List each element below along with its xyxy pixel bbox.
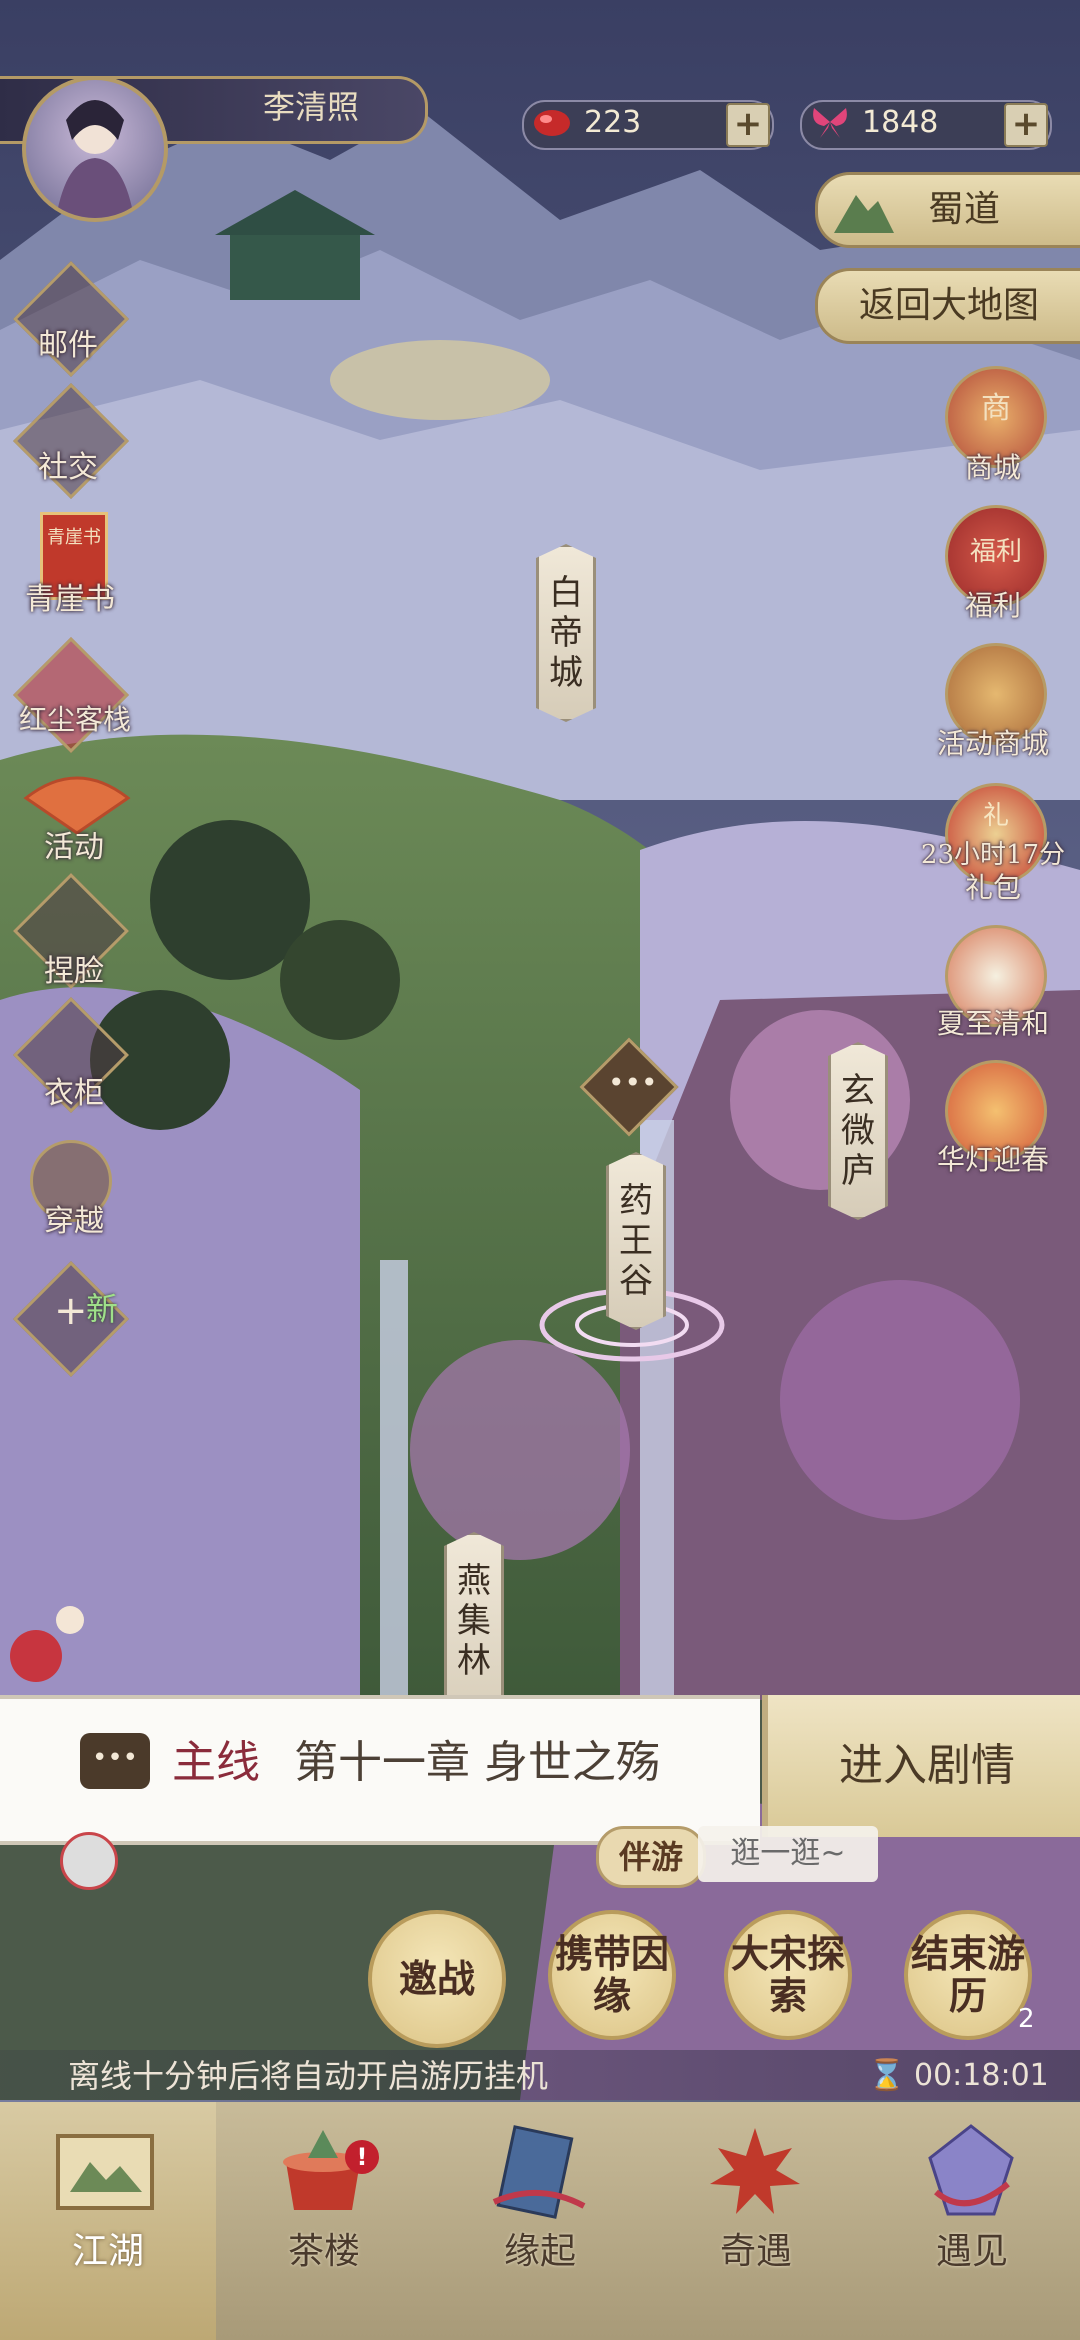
location-char: 谷 — [619, 1261, 653, 1301]
qingyashu-book-icon-glyph: 青崖书 — [47, 527, 101, 548]
player-name: 李清照 — [262, 88, 359, 126]
face-edit-label: 捏脸 — [44, 954, 104, 989]
song-explore-button[interactable]: 大宋探索 — [724, 1910, 852, 2040]
welfare-icon-glyph: 福利 — [969, 537, 1022, 567]
add-butterfly-button[interactable]: + — [1004, 103, 1048, 147]
challenge-button[interactable]: 邀战 — [368, 1910, 506, 2048]
nav-jianghu-label: 江湖 — [71, 2231, 144, 2272]
location-char: 微 — [841, 1111, 875, 1151]
shop-icon-glyph: 商 — [981, 391, 1011, 426]
location-xuanwei-lodge[interactable]: 玄 微 庐 — [828, 1042, 888, 1220]
nav-yujian-label: 遇见 — [935, 2231, 1008, 2272]
new-label: 新 — [86, 1290, 119, 1328]
region-button[interactable]: 蜀道 — [815, 172, 1080, 248]
companion-badge[interactable]: 伴游 — [596, 1826, 706, 1888]
event-shop-label: 活动商城 — [936, 727, 1049, 760]
blossom-icon — [10, 1606, 84, 1682]
end-journey-count: 2 — [1018, 2004, 1035, 2034]
plus-icon: + — [54, 1288, 88, 1334]
quest-type-tag: 主线 — [172, 1737, 260, 1788]
region-name: 蜀道 — [928, 189, 1001, 230]
location-char: 集 — [457, 1601, 491, 1641]
location-char: 玄 — [841, 1071, 875, 1111]
chalou-alert-badge: ! — [345, 2140, 379, 2174]
qingyashu-label: 青崖书 — [25, 582, 115, 617]
summer-event-label: 夏至清和 — [936, 1007, 1049, 1040]
enter-story-button[interactable]: 进入剧情 — [762, 1695, 1080, 1837]
no-entry-icon[interactable] — [60, 1832, 118, 1890]
nav-yuanqi-label: 缘起 — [503, 2231, 576, 2272]
location-baidi-city[interactable]: 白 帝 城 — [536, 544, 596, 722]
nav-qiyu-label: 奇遇 — [719, 2231, 792, 2272]
crystal-icon — [928, 2124, 1014, 2216]
idle-timer: 00:18:01 — [914, 2058, 1049, 2093]
shop-label: 商城 — [964, 451, 1021, 484]
nav-chalou-label: 茶楼 — [287, 2231, 360, 2272]
location-char: 白 — [549, 573, 583, 613]
welfare-label: 福利 — [964, 589, 1021, 622]
add-jade-button[interactable]: + — [726, 103, 770, 147]
wardrobe-label: 衣柜 — [44, 1076, 104, 1111]
butterfly-value: 1848 — [862, 105, 939, 140]
jade-icon — [534, 110, 570, 136]
location-char: 城 — [549, 653, 583, 693]
location-char: 庐 — [841, 1151, 875, 1191]
inn-label: 红尘客栈 — [18, 703, 131, 736]
social-label: 社交 — [38, 450, 98, 485]
travel-label: 穿越 — [44, 1204, 104, 1239]
events-label: 活动 — [44, 830, 104, 865]
companion-speech: 逛一逛~ — [698, 1826, 878, 1882]
avatar-portrait-icon — [56, 100, 134, 218]
lantern-event-label: 华灯迎春 — [936, 1143, 1049, 1176]
book-icon — [492, 2125, 586, 2219]
ellipsis-icon: ••• — [608, 1066, 658, 1099]
player-avatar[interactable] — [22, 76, 168, 222]
mail-label: 邮件 — [38, 328, 98, 363]
return-world-map-button[interactable]: 返回大地图 — [815, 268, 1080, 344]
carry-bond-button[interactable]: 携带因缘 — [548, 1910, 676, 2040]
location-char: 王 — [619, 1221, 653, 1261]
location-char: 燕 — [457, 1561, 491, 1601]
location-char: 帝 — [549, 613, 583, 653]
idle-notice-text: 离线十分钟后将自动开启游历挂机 — [68, 2057, 549, 2095]
mountain-icon — [834, 195, 894, 233]
gift-pack-label: 礼包 — [964, 871, 1021, 904]
location-yaowang-valley[interactable]: 药 王 谷 — [606, 1152, 666, 1330]
map-scroll-icon — [56, 2134, 154, 2210]
quest-chat-icon: ••• — [80, 1733, 150, 1789]
hourglass-icon: ⌛ — [868, 2058, 906, 2093]
location-char: 林 — [457, 1641, 491, 1681]
butterfly-icon — [813, 108, 847, 138]
end-journey-button[interactable]: 结束游历 — [904, 1910, 1032, 2040]
maple-leaf-icon — [710, 2128, 800, 2214]
location-char: 药 — [619, 1181, 653, 1221]
jade-value: 223 — [584, 105, 642, 140]
quest-title: 第十一章 身世之殇 — [294, 1737, 660, 1788]
